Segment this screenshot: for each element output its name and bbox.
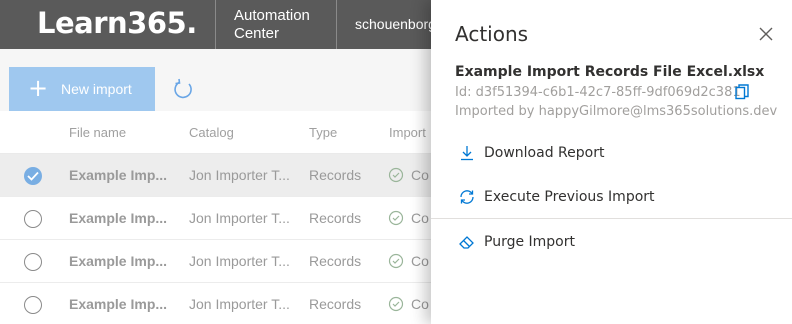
header-divider xyxy=(336,0,337,49)
header-divider xyxy=(215,0,216,49)
purge-import-button[interactable]: Purge Import xyxy=(431,222,792,262)
purge-import-label: Purge Import xyxy=(484,234,575,250)
imported-by: Imported by happyGilmore@lms365solutions… xyxy=(455,104,778,119)
cell-status: Co xyxy=(411,167,429,183)
app-title-line2: Center xyxy=(234,25,280,42)
refresh-icon[interactable] xyxy=(170,77,196,103)
cell-file-name: Example Imp... xyxy=(69,296,168,312)
brand-logo[interactable]: Learn365. xyxy=(37,6,197,40)
cell-type: Records xyxy=(309,253,362,269)
cell-status: Co xyxy=(411,296,429,312)
cell-catalog: Jon Importer T... xyxy=(189,296,290,312)
cell-status: Co xyxy=(411,210,429,226)
new-import-button[interactable]: + New import xyxy=(9,67,155,111)
cell-catalog: Jon Importer T... xyxy=(189,210,290,226)
new-import-label: New import xyxy=(61,81,132,97)
check-circle-icon xyxy=(388,210,404,226)
row-checkbox[interactable] xyxy=(24,296,42,314)
cell-catalog: Jon Importer T... xyxy=(189,167,290,183)
check-circle-icon xyxy=(388,296,404,312)
cell-status: Co xyxy=(411,253,429,269)
app-title-line1: Automation xyxy=(234,7,310,24)
row-checkbox-checked[interactable] xyxy=(24,167,42,185)
column-header-type[interactable]: Type xyxy=(309,125,337,140)
checkmark-icon xyxy=(27,171,39,181)
row-checkbox[interactable] xyxy=(24,253,42,271)
download-icon xyxy=(461,146,473,161)
cell-file-name: Example Imp... xyxy=(69,167,168,183)
execute-previous-import-button[interactable]: Execute Previous Import xyxy=(431,177,792,217)
cell-type: Records xyxy=(309,210,362,226)
download-report-button[interactable]: Download Report xyxy=(431,133,792,173)
actions-panel: Actions Example Import Records File Exce… xyxy=(431,0,792,324)
app-title[interactable]: Automation Center xyxy=(234,7,310,43)
action-divider xyxy=(431,218,792,219)
panel-title: Actions xyxy=(455,22,529,46)
copy-icon[interactable] xyxy=(735,84,749,100)
execute-previous-import-label: Execute Previous Import xyxy=(484,189,655,205)
cell-file-name: Example Imp... xyxy=(69,210,168,226)
import-file-name: Example Import Records File Excel.xlsx xyxy=(455,64,765,80)
close-icon[interactable] xyxy=(759,27,773,41)
cell-file-name: Example Imp... xyxy=(69,253,168,269)
user-name[interactable]: schouenborg xyxy=(355,16,436,32)
cell-type: Records xyxy=(309,167,362,183)
column-header-import[interactable]: Import xyxy=(389,125,426,140)
sync-icon xyxy=(460,190,474,204)
row-checkbox[interactable] xyxy=(24,210,42,228)
eraser-icon xyxy=(459,236,474,249)
check-circle-icon xyxy=(388,167,404,183)
column-header-file-name[interactable]: File name xyxy=(69,125,126,140)
download-report-label: Download Report xyxy=(484,145,605,161)
plus-icon: + xyxy=(28,74,49,102)
import-id: Id: d3f51394-c6b1-42c7-85ff-9df069d2c381 xyxy=(455,85,741,100)
column-header-catalog[interactable]: Catalog xyxy=(189,125,234,140)
check-circle-icon xyxy=(388,253,404,269)
cell-type: Records xyxy=(309,296,362,312)
cell-catalog: Jon Importer T... xyxy=(189,253,290,269)
